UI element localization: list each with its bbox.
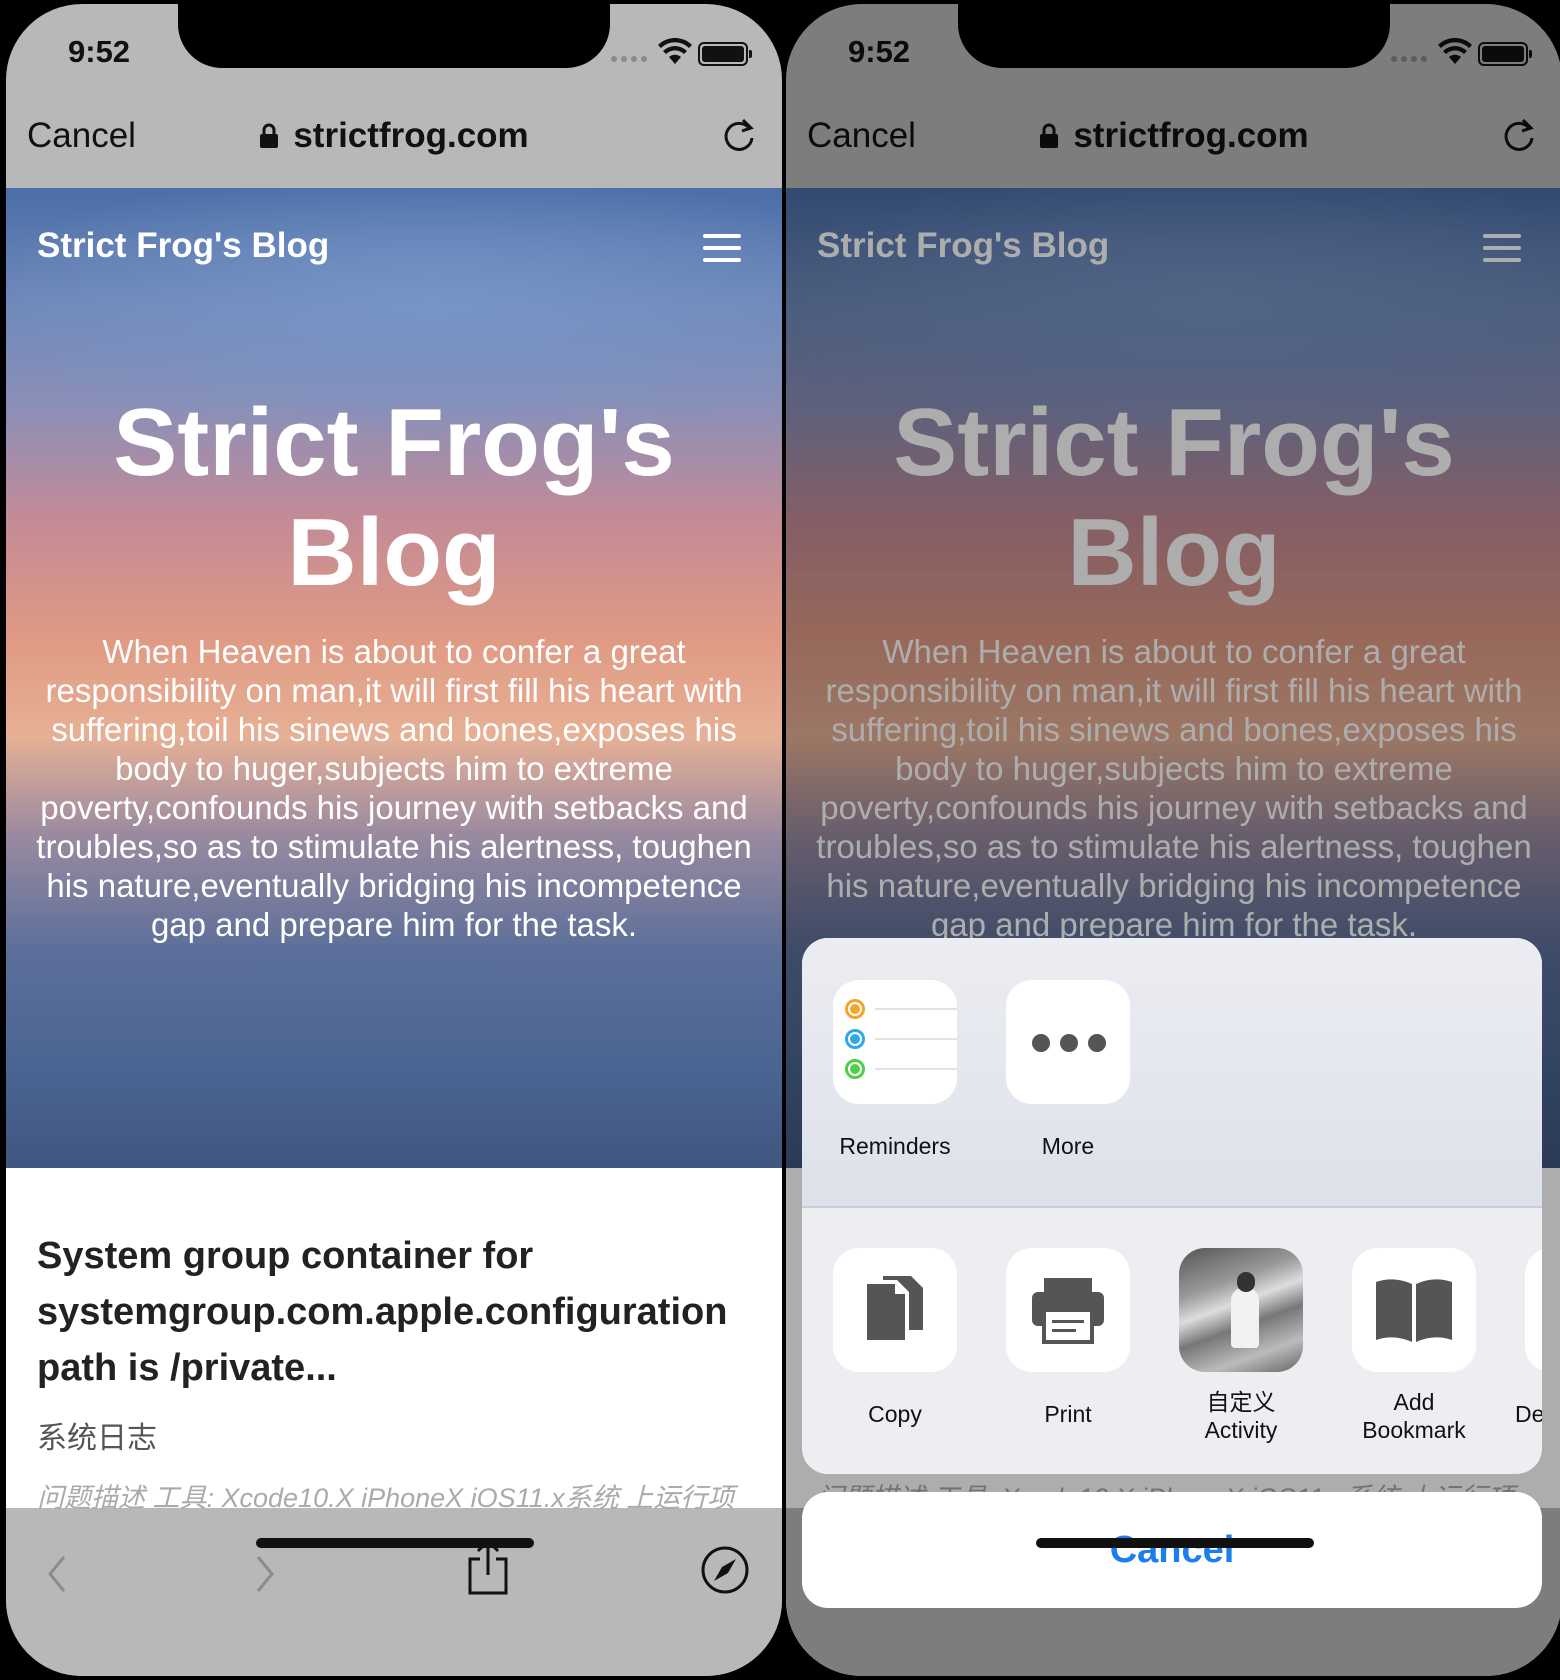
post-card[interactable]: System group container for systemgroup.c…: [6, 1168, 782, 1513]
lock-icon: [1040, 123, 1059, 148]
reload-icon[interactable]: [1501, 116, 1537, 154]
cellular-signal-icon: [1391, 56, 1427, 62]
battery-icon: [698, 42, 752, 66]
status-time: 9:52: [848, 34, 911, 69]
hero-title-line2: Blog: [1067, 499, 1281, 606]
blog-brand-link[interactable]: Strict Frog's Blog: [37, 226, 329, 266]
hamburger-menu-icon[interactable]: [703, 234, 741, 262]
reminders-icon: [833, 980, 957, 1104]
battery-icon: [1478, 42, 1532, 66]
partial-label: De: [1515, 1401, 1542, 1427]
reload-icon[interactable]: [721, 116, 757, 154]
hero-subtitle: When Heaven is about to confer a great r…: [36, 633, 752, 943]
reminders-app[interactable]: Reminders: [809, 980, 981, 1160]
blog-hero: Strict Frog's Blog Strict Frog's Blog Wh…: [6, 188, 782, 1168]
add-bookmark-label-line1: Add: [1393, 1389, 1435, 1415]
url-display[interactable]: strictfrog.com: [6, 116, 782, 156]
print-action[interactable]: Print: [982, 1248, 1154, 1428]
share-sheet-actions-row: Copy Print 自定义 Activity Add Bookmark De: [802, 1208, 1542, 1474]
forward-icon[interactable]: [250, 1549, 280, 1599]
custom-activity-label-line2: Activity: [1204, 1417, 1278, 1443]
copy-label: Copy: [868, 1401, 922, 1427]
hero-title-line1: Strict Frog's: [113, 389, 675, 496]
custom-activity-photo: [1179, 1248, 1303, 1372]
post-title[interactable]: System group container for systemgroup.c…: [37, 1228, 727, 1396]
url-display[interactable]: strictfrog.com: [786, 116, 1560, 156]
bookmark-icon: [1352, 1248, 1476, 1372]
url-text: strictfrog.com: [1073, 116, 1309, 155]
browser-nav-bar: Cancel strictfrog.com: [6, 86, 782, 188]
hero-title-line2: Blog: [287, 499, 501, 606]
phone-right: 9:52 Cancel strictfrog.com Strict Frog's…: [786, 4, 1560, 1676]
custom-activity-label-line1: 自定义: [1206, 1389, 1276, 1415]
hero-title-line1: Strict Frog's: [893, 389, 1455, 496]
hero-title: Strict Frog's Blog: [6, 388, 782, 608]
reminders-label: Reminders: [839, 1133, 951, 1159]
hamburger-menu-icon[interactable]: [1483, 234, 1521, 262]
copy-action[interactable]: Copy: [809, 1248, 981, 1428]
more-icon: [1006, 980, 1130, 1104]
add-bookmark-action[interactable]: Add Bookmark: [1328, 1248, 1500, 1444]
add-bookmark-label-line2: Bookmark: [1362, 1417, 1466, 1443]
status-bar: 9:52: [6, 4, 782, 86]
phone-left: 9:52 Cancel strictfrog.com Strict Frog's…: [6, 4, 782, 1676]
custom-activity-action[interactable]: 自定义 Activity: [1155, 1248, 1327, 1444]
notch: [178, 4, 610, 68]
add-bookmark-label: Add Bookmark: [1328, 1388, 1500, 1444]
browser-nav-bar: Cancel strictfrog.com: [786, 86, 1560, 188]
notch: [958, 4, 1390, 68]
partial-icon: [1525, 1248, 1542, 1372]
share-sheet-cancel-button[interactable]: Cancel: [802, 1492, 1542, 1608]
custom-activity-label: 自定义 Activity: [1155, 1388, 1327, 1444]
browser-toolbar: [6, 1509, 782, 1676]
partial-action[interactable]: De: [1501, 1248, 1542, 1428]
back-icon[interactable]: [42, 1549, 72, 1599]
status-time: 9:52: [68, 34, 131, 69]
print-icon: [1006, 1248, 1130, 1372]
status-bar: 9:52: [786, 4, 1560, 86]
more-apps[interactable]: More: [982, 980, 1154, 1160]
hero-title: Strict Frog's Blog: [786, 388, 1560, 608]
hero-subtitle: When Heaven is about to confer a great r…: [816, 633, 1532, 943]
compass-icon[interactable]: [700, 1545, 750, 1595]
share-sheet: Reminders More Copy Print 自定义 Activity A…: [802, 938, 1542, 1474]
cellular-signal-icon: [611, 56, 647, 62]
wifi-icon: [1438, 38, 1472, 64]
share-sheet-activities-row: Reminders More: [802, 938, 1542, 1206]
print-label: Print: [1044, 1401, 1092, 1427]
copy-icon: [833, 1248, 957, 1372]
url-text: strictfrog.com: [293, 116, 529, 155]
lock-icon: [260, 123, 279, 148]
home-indicator: [1036, 1538, 1314, 1548]
home-indicator: [256, 1538, 534, 1548]
more-label: More: [1041, 1133, 1095, 1159]
post-category[interactable]: 系统日志: [37, 1413, 157, 1457]
wifi-icon: [658, 38, 692, 64]
blog-brand-link[interactable]: Strict Frog's Blog: [817, 226, 1109, 266]
